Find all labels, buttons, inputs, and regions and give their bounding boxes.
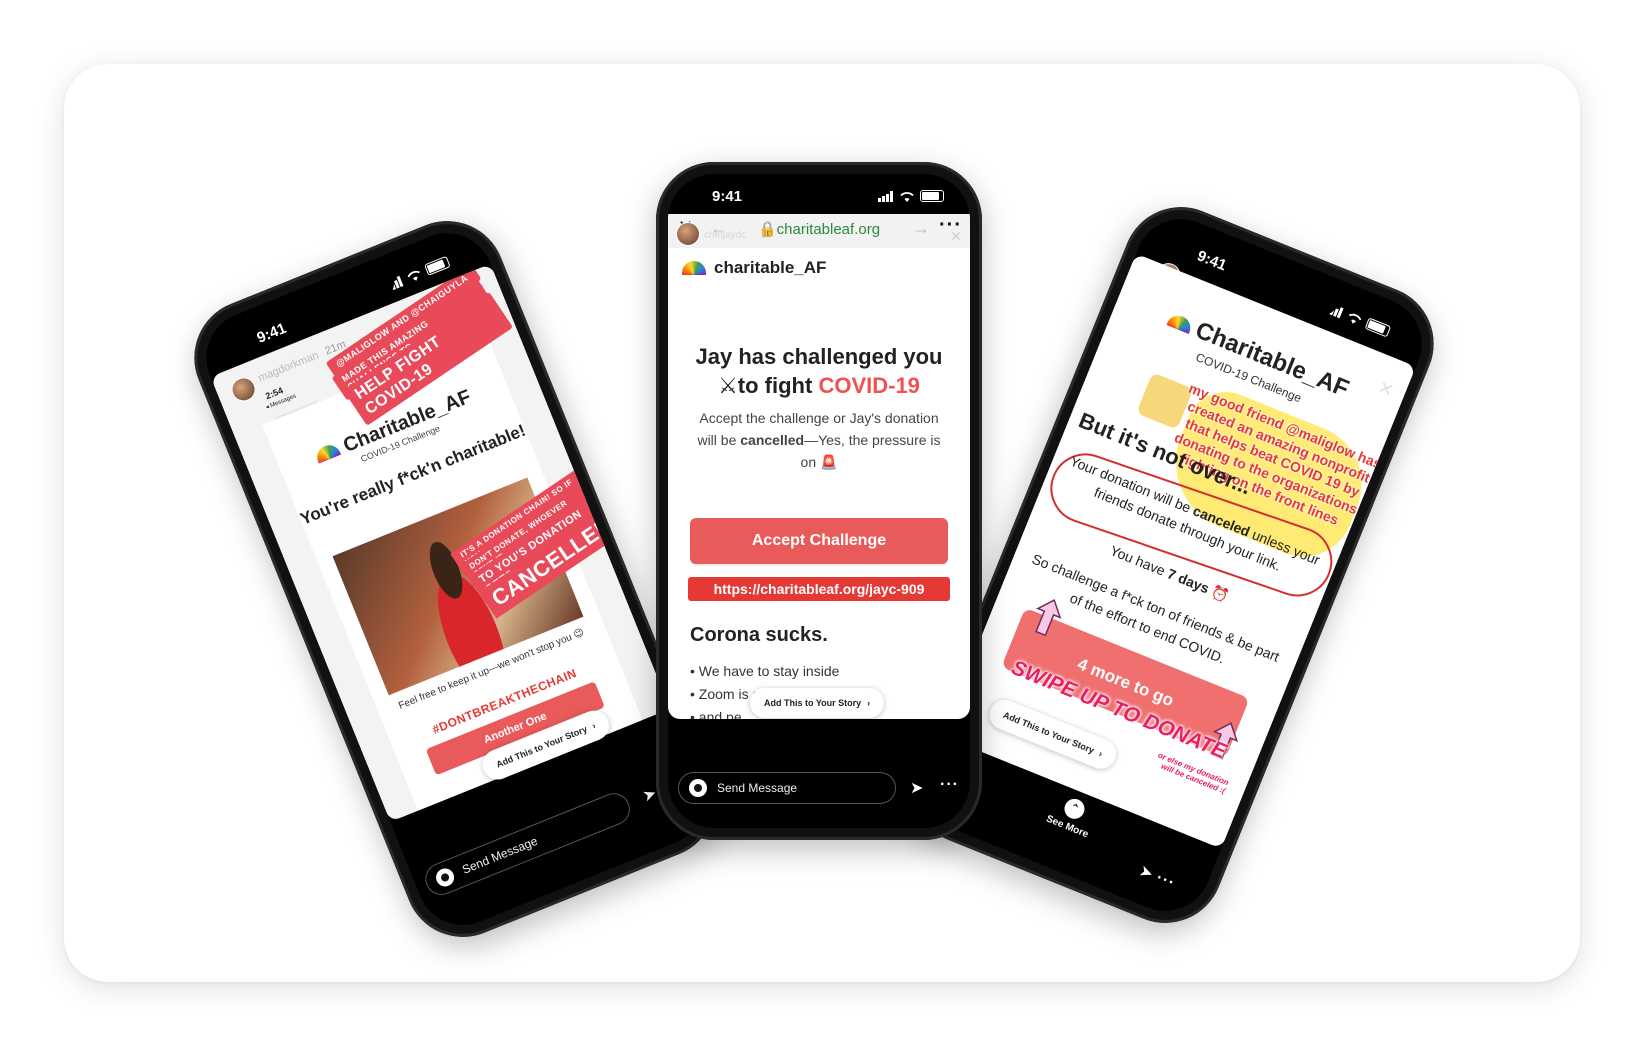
chevron-right-icon: › [590,720,597,731]
story-username: magdorkman [256,349,321,385]
add-to-story-label: Add This to Your Story [764,698,862,708]
status-icons [878,190,944,202]
send-icon[interactable]: ➤ [1136,861,1156,885]
status-time: 9:41 [254,319,289,347]
add-to-story-button[interactable]: Add This to Your Story › [750,688,885,718]
rainbow-icon [682,261,706,275]
send-message-input[interactable]: Send Message [678,772,896,804]
status-time: 9:41 [712,188,743,205]
notch [774,178,864,202]
headline-line-2: ⚔to fight COVID-19 [718,373,920,398]
see-more-label: See More [1044,813,1090,841]
send-message-placeholder: Send Message [717,781,798,795]
forward-arrow-icon[interactable]: → [912,218,930,239]
camera-icon[interactable] [433,865,457,890]
accept-challenge-button[interactable]: Accept Challenge [690,518,948,564]
battery-icon [1364,317,1392,338]
message-bar: Send Message ➤ ··· [668,758,970,828]
center-phone-screen: 9:41 ✕ ← 🔒charitableaf.org → ··· chefjay… [668,174,970,828]
chevron-right-icon: › [1097,748,1104,759]
challenge-link[interactable]: https://charitableaf.org/jayc-909 [688,577,950,601]
wifi-icon [1349,313,1362,324]
avatar [227,373,260,406]
signal-icon [878,190,893,202]
send-message-placeholder: Send Message [460,833,540,877]
subcopy: Accept the challenge or Jay's donation w… [697,410,941,470]
story-close-icon[interactable]: ✕ [950,228,962,245]
section-title: Corona sucks. [690,624,828,646]
battery-icon [424,255,451,276]
center-phone: 9:41 ✕ ← 🔒charitableaf.org → ··· chefjay… [656,162,982,840]
story-username: chefjaydc [704,230,747,241]
rainbow-icon [1166,311,1194,334]
send-icon[interactable]: ➤ [910,778,923,798]
brand-title: charitable_AF [682,258,826,278]
headline: Jay has challenged you ⚔to fight COVID-1… [668,342,970,400]
wifi-icon [900,191,914,202]
more-options-icon[interactable]: ··· [940,776,959,794]
headline-line-1: Jay has challenged you [695,344,943,369]
chevron-right-icon: › [867,698,871,708]
list-item: We have to stay inside [690,660,840,683]
rainbow-icon [314,441,342,464]
crossed-swords-icon: ⚔ [718,373,738,398]
add-to-story-label: Add This to Your Story [1001,709,1096,756]
chevron-up-icon: ⌃ [1061,795,1088,822]
camera-icon[interactable] [689,779,707,797]
send-message-input[interactable]: Send Message [420,788,635,900]
status-time: 9:41 [1194,247,1229,275]
story-age: 1h [760,230,772,241]
wifi-icon [407,270,420,281]
battery-icon [920,190,944,202]
avatar [676,222,700,246]
story-webview: ✕ ← 🔒charitableaf.org → ··· chefjaydc 1h… [668,214,970,719]
